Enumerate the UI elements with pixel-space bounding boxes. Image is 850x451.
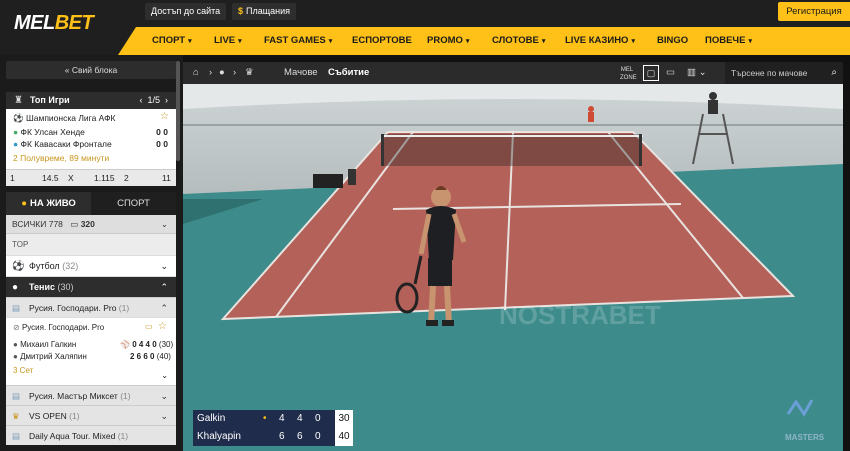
monitor-icon[interactable]: ▭ — [145, 322, 153, 331]
nav-promo[interactable]: PROMO ▾ — [427, 27, 469, 55]
league-item-russia-masters-mixed[interactable]: ▤ Русия. Мастър Миксет (1) ⌄ — [6, 385, 176, 405]
chevron-down-icon: ▾ — [465, 38, 470, 45]
top-game-card[interactable]: ⚽ Шампионска Лига АФК ☆ ● ФК Улсан Хенде… — [6, 109, 176, 169]
league-item-vs-open[interactable]: ♛ VS OPEN (1) ⌄ — [6, 405, 176, 425]
chevron-right-icon: › — [233, 67, 237, 78]
top-games-header: ♜ Топ Игри ‹ 1/5 › — [6, 92, 176, 109]
odds-2[interactable]: 11 — [162, 170, 171, 187]
nav-esports[interactable]: ЕСПОРТОВЕ — [352, 27, 412, 55]
serve-icon: ⚾ — [120, 340, 130, 349]
site-access-button[interactable]: Достъп до сайта — [145, 3, 227, 20]
football-icon: ⚽ — [12, 261, 25, 272]
tab-event[interactable]: Събитие — [328, 62, 369, 84]
payments-button[interactable]: $ Плащания — [232, 3, 297, 20]
live-sport-tabs: ● НА ЖИВО СПОРТ — [6, 192, 176, 215]
nav-fast-games[interactable]: FAST GAMES ▾ — [264, 27, 332, 55]
tab-matches[interactable]: Мачове — [284, 62, 318, 84]
monitor-icon: ▭ — [70, 219, 79, 229]
main-nav: СПОРТ ▾ LIVE ▾ FAST GAMES ▾ ЕСПОРТОВЕ PROMO… — [118, 27, 850, 55]
trophy-icon[interactable]: ♛ — [245, 62, 254, 84]
star-icon[interactable]: ☆ — [160, 111, 169, 122]
live-scoreboard: Galkin • 4 4 0 30 Khalyapin 6 6 0 40 — [193, 410, 353, 446]
odds-row: 1 14.5 X 1.115 2 11 — [6, 169, 176, 186]
trophy-icon: ♜ — [14, 95, 23, 106]
collapse-blocks-button[interactable]: « Свий блока — [6, 61, 176, 79]
melbet-logo[interactable]: MELBET — [14, 12, 94, 35]
video-view-icon[interactable]: ▢ — [643, 65, 659, 81]
watermark-text: NOSTRABET — [499, 300, 661, 330]
league-flag-icon: ▤ — [12, 431, 21, 441]
football-icon: ⚽ — [13, 113, 24, 123]
chevron-down-icon: ▾ — [541, 38, 546, 45]
player-avatar-icon: ● — [13, 340, 18, 349]
home-icon[interactable]: ⌂ — [193, 62, 199, 84]
trophy-icon: ♛ — [12, 411, 20, 421]
nav-bingo[interactable]: BINGO — [657, 27, 688, 55]
live-game-card[interactable]: ⊘ Русия. Господари. Pro ▭ ☆ ● Михаил Гал… — [6, 317, 176, 385]
masters-logo: MASTERS — [785, 433, 825, 442]
stats-chart-icon[interactable]: ▥ ⌄ — [687, 62, 707, 84]
tennis-ball-icon: ● — [12, 282, 19, 293]
tennis-court-scene: NOSTRABET MASTERS — [183, 84, 843, 451]
match-search[interactable]: Търсене по мачове ⌕ — [725, 62, 843, 84]
register-button[interactable]: Регистрация — [778, 2, 850, 21]
team-logo-icon: ● — [13, 139, 19, 149]
chevron-down-icon: ▾ — [328, 38, 333, 45]
sidebar-item-football[interactable]: ⚽ Футбол (32) ⌄ — [6, 255, 176, 276]
serve-indicator-icon: • — [263, 413, 267, 424]
player-avatar-icon: ● — [13, 352, 18, 361]
tennis-ball-icon[interactable]: ● — [219, 62, 225, 84]
tab-sport[interactable]: СПОРТ — [91, 192, 176, 215]
scoreboard-row: Galkin • 4 4 0 30 — [193, 410, 353, 428]
chevron-down-icon: ▾ — [238, 38, 242, 45]
nav-live-casino[interactable]: LIVE КАЗИНО ▾ — [565, 27, 635, 55]
chevron-down-icon: ⌄ — [160, 411, 168, 421]
league-flag-icon: ▤ — [12, 303, 21, 313]
chevron-down-icon: ▾ — [188, 38, 192, 45]
league-flag-icon: ▤ — [12, 391, 21, 401]
search-input[interactable]: Търсене по мачове — [731, 62, 807, 84]
chevron-down-icon: ⌄ — [160, 391, 168, 401]
top-header: MELBET Достъп до сайта $ Плащания Регистр… — [0, 0, 850, 55]
chevron-up-icon: ⌃ — [160, 282, 168, 292]
chevron-right-icon: › — [209, 67, 213, 78]
chevron-down-icon[interactable]: ⌄ — [161, 371, 168, 380]
nav-sport[interactable]: СПОРТ ▾ — [152, 27, 192, 55]
main-content: ⌂ › ● › ♛ Мачове Събитие MEL ZONE ▢ ▭ ▥ … — [183, 55, 850, 451]
monitor-icon[interactable]: ▭ — [666, 62, 675, 84]
double-chevron-down-icon[interactable]: ⌄ — [161, 215, 168, 233]
prev-arrow-icon: ‹ — [139, 95, 143, 105]
dollar-icon: $ — [238, 6, 244, 16]
sidebar-scrollbar[interactable] — [176, 61, 180, 161]
nav-slots[interactable]: СЛОТОВЕ ▾ — [492, 27, 545, 55]
top-section-label: TOP — [6, 233, 176, 255]
scoreboard-row: Khalyapin 6 6 0 40 — [193, 428, 353, 446]
left-sidebar: « Свий блока ♜ Топ Игри ‹ 1/5 › ⚽ Шампио… — [0, 55, 183, 451]
all-events-row[interactable]: ВСИЧКИ 778 ▭ 320 ⌄ — [6, 215, 176, 233]
sidebar-item-tennis[interactable]: ● Тенис (30) ⌃ — [6, 276, 176, 297]
nav-more[interactable]: ПОВЕЧЕ ▾ — [705, 27, 752, 55]
live-video-stream[interactable]: NOSTRABET MASTERS Galkin • 4 4 0 30 Khal… — [183, 84, 843, 451]
odds-x[interactable]: 1.115 — [94, 170, 115, 187]
odds-1[interactable]: 14.5 — [42, 170, 59, 187]
video-toolbar: ⌂ › ● › ♛ Мачове Събитие MEL ZONE ▢ ▭ ▥ … — [183, 62, 843, 84]
chevron-down-icon: ▾ — [748, 38, 752, 45]
mel-zone-icon[interactable]: MEL ZONE — [620, 66, 637, 82]
team-logo-icon: ● — [13, 127, 19, 137]
league-item-daily-aqua[interactable]: ▤ Daily Aqua Tour. Mixed (1) — [6, 425, 176, 445]
chevron-down-icon: ⌄ — [160, 261, 168, 271]
live-dot-icon: ● — [21, 198, 27, 209]
nav-live[interactable]: LIVE ▾ — [214, 27, 242, 55]
next-arrow-icon: › — [165, 95, 168, 105]
tab-live[interactable]: ● НА ЖИВО — [6, 192, 91, 215]
league-item-russia-pro[interactable]: ▤ Русия. Господари. Pro (1) ⌃ — [6, 297, 176, 317]
top-games-pager[interactable]: ‹ 1/5 › — [139, 92, 168, 109]
search-icon[interactable]: ⌕ — [831, 62, 837, 84]
chevron-down-icon: ▾ — [631, 38, 635, 45]
tennis-icon: ⊘ — [13, 323, 20, 332]
star-icon[interactable]: ☆ — [158, 321, 167, 332]
chevron-up-icon: ⌃ — [160, 303, 168, 313]
